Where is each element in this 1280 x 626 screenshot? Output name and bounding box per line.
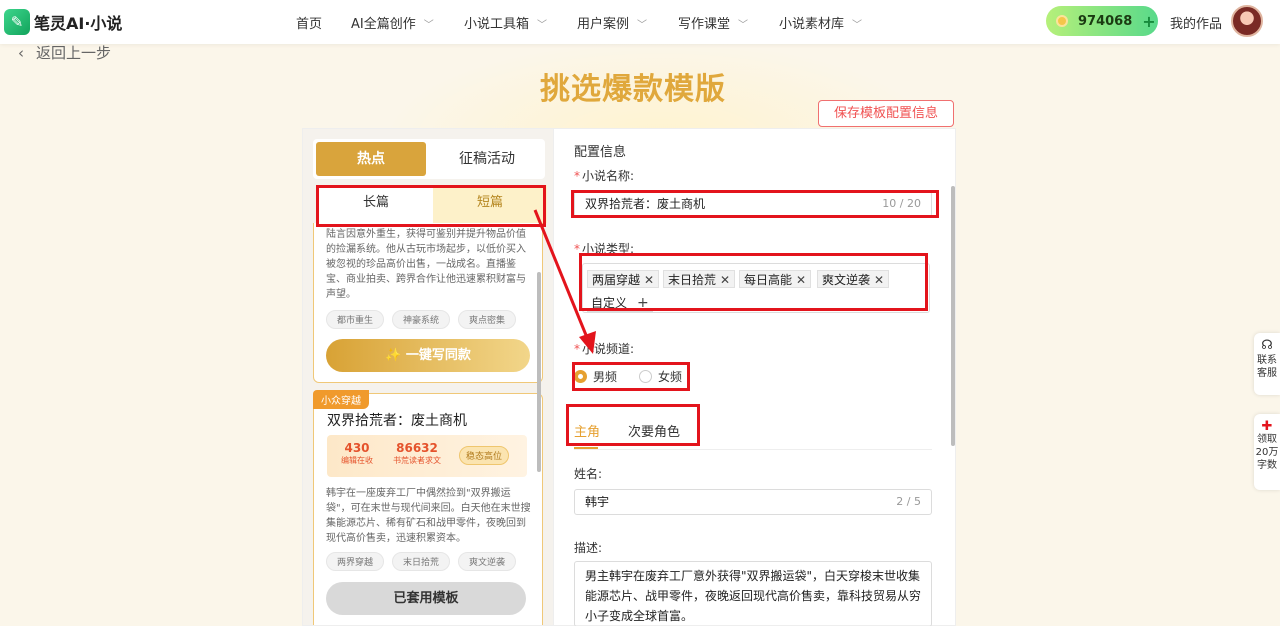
channel-label: * 小说频道: xyxy=(574,342,635,356)
chevron-left-icon: ‹ xyxy=(18,44,24,62)
chevron-down-icon: ﹀ xyxy=(537,20,548,31)
logo[interactable]: ✎ 笔灵AI·小说 xyxy=(4,9,122,35)
stat-readers: 86632 书荒读者求文 xyxy=(393,441,441,465)
config-title: 配置信息 xyxy=(574,145,627,160)
stat-badge: 稳态高位 xyxy=(459,446,510,465)
tag: 都市重生 xyxy=(326,310,385,329)
char-counter: 2 / 5 xyxy=(896,495,921,508)
person-name-label: 姓名: xyxy=(574,467,603,481)
tag: 爽点密集 xyxy=(458,310,517,329)
gift-label-line1: 领取 xyxy=(1257,434,1277,445)
feather-logo-icon: ✎ xyxy=(4,9,30,35)
card-tags: 两界穿越 末日拾荒 爽文逆袭 xyxy=(314,544,528,571)
card-description: 陆言因意外重生，获得可鉴别并提升物品价值的捡漏系统。他从古玩市场起步，以低价买入… xyxy=(326,229,526,300)
plus-icon[interactable]: + xyxy=(1142,12,1155,31)
claim-words-button[interactable]: ✚ 领取 20万 字数 xyxy=(1254,414,1280,490)
headset-icon: ☊ xyxy=(1261,338,1273,353)
top-header: ✎ 笔灵AI·小说 首页 AI全篇创作 ﹀ 小说工具箱 ﹀ 用户案例 ﹀ 写作课堂 ﹀ … xyxy=(0,0,1280,44)
tag: 两界穿越 xyxy=(326,552,385,571)
gift-label-line3: 字数 xyxy=(1257,460,1277,471)
left-scrollbar[interactable] xyxy=(537,272,541,472)
divider xyxy=(574,449,932,450)
right-scrollbar[interactable] xyxy=(951,186,955,446)
description-textarea[interactable]: 男主韩宇在废弃工厂意外获得"双界搬运袋"，白天穿梭末世收集能源芯片、战甲零件，夜… xyxy=(574,561,932,626)
highlight-role-tabs xyxy=(566,404,700,446)
novel-name-label: * 小说名称: xyxy=(574,169,635,183)
nav-home[interactable]: 首页 xyxy=(296,13,322,32)
card-stats: 430 编辑在收 86632 书荒读者求文 稳态高位 xyxy=(327,435,527,477)
chevron-down-icon: ﹀ xyxy=(423,20,434,31)
my-works-link[interactable]: 我的作品 xyxy=(1170,13,1222,32)
nav-cases[interactable]: 用户案例 ﹀ xyxy=(577,13,647,32)
points-value: 974068 xyxy=(1078,13,1133,29)
card-tags: 都市重生 神豪系统 爽点密集 xyxy=(314,302,542,329)
tab-hot[interactable]: 热点 xyxy=(316,142,426,176)
card-description: 韩宇在一座废弃工厂中偶然捡到"双界搬运袋"，可在末世与现代间来回。白天他在末世搜… xyxy=(326,488,531,544)
coin-icon xyxy=(1056,15,1068,27)
nav-toolbox[interactable]: 小说工具箱 ﹀ xyxy=(464,13,547,32)
highlight-type-input xyxy=(579,253,928,311)
template-card[interactable]: 陆言因意外重生，获得可鉴别并提升物品价值的捡漏系统。他从古玩市场起步，以低价买入… xyxy=(313,223,543,383)
category-ribbon: 小众穿越 xyxy=(313,390,369,409)
nav-materials[interactable]: 小说素材库 ﹀ xyxy=(779,13,862,32)
contact-label: 联系客服 xyxy=(1257,355,1277,379)
active-tab-indicator xyxy=(574,447,598,449)
tab-event[interactable]: 征稿活动 xyxy=(432,142,542,176)
gift-icon: ✚ xyxy=(1261,419,1273,434)
chevron-down-icon: ﹀ xyxy=(637,20,648,31)
chevron-down-icon: ﹀ xyxy=(852,20,863,31)
tag: 末日拾荒 xyxy=(392,552,451,571)
avatar[interactable] xyxy=(1231,5,1263,37)
template-card-selected[interactable]: 小众穿越 双界拾荒者：废土商机 430 编辑在收 86632 书荒读者求文 稳态… xyxy=(313,390,543,625)
card-title: 双界拾荒者：废土商机 xyxy=(327,413,467,429)
stat-editors: 430 编辑在收 xyxy=(341,441,373,465)
contact-service-button[interactable]: ☊ 联系客服 xyxy=(1254,333,1280,395)
main-tabs: 热点 征稿活动 xyxy=(313,139,545,179)
nav-ai-creation[interactable]: AI全篇创作 ﹀ xyxy=(351,13,434,32)
gift-label-line2: 20万 xyxy=(1255,447,1279,458)
tag: 爽文逆袭 xyxy=(458,552,517,571)
points-badge[interactable]: 974068 + xyxy=(1046,6,1158,36)
highlight-length-tabs xyxy=(316,185,546,227)
highlight-channel xyxy=(572,362,690,391)
template-applied-button[interactable]: 已套用模板 xyxy=(326,582,526,615)
desc-label: 描述: xyxy=(574,541,603,555)
logo-text: 笔灵AI·小说 xyxy=(34,14,123,33)
chevron-down-icon: ﹀ xyxy=(738,20,749,31)
person-name-input[interactable]: 韩宇 2 / 5 xyxy=(574,489,932,515)
nav-writing-class[interactable]: 写作课堂 ﹀ xyxy=(678,13,748,32)
save-template-button[interactable]: 保存模板配置信息 xyxy=(818,100,954,127)
highlight-name-input xyxy=(571,190,939,218)
tag: 神豪系统 xyxy=(392,310,451,329)
write-same-button[interactable]: ✨ 一键写同款 xyxy=(326,339,530,372)
back-button[interactable]: ‹ 返回上一步 xyxy=(18,42,111,63)
page-title: 挑选爆款模版 xyxy=(540,72,726,107)
